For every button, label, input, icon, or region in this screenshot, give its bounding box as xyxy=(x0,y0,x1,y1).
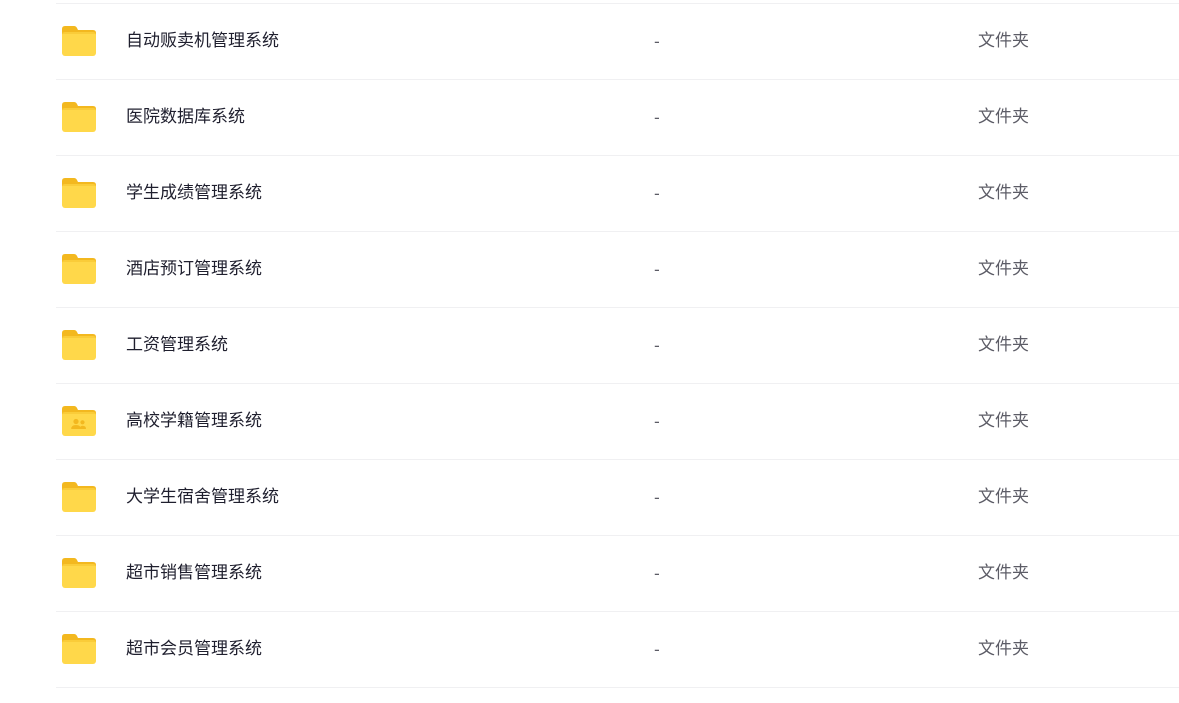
file-name[interactable]: 超市销售管理系统 xyxy=(126,536,262,611)
file-row[interactable]: 大学生宿舍管理系统 - 文件夹 xyxy=(56,460,1179,536)
file-size: - xyxy=(654,488,660,507)
file-name[interactable]: 高校学籍管理系统 xyxy=(126,384,262,459)
file-row[interactable]: 超市会员管理系统 - 文件夹 xyxy=(56,612,1179,688)
folder-icon[interactable] xyxy=(60,632,98,666)
file-name[interactable]: 酒店预订管理系统 xyxy=(126,232,262,307)
file-row[interactable]: 超市销售管理系统 - 文件夹 xyxy=(56,536,1179,612)
file-row[interactable]: 医院数据库系统 - 文件夹 xyxy=(56,80,1179,156)
file-row[interactable]: 学生成绩管理系统 - 文件夹 xyxy=(56,156,1179,232)
file-name[interactable]: 自动贩卖机管理系统 xyxy=(126,4,279,79)
file-size: - xyxy=(654,412,660,431)
file-row[interactable]: 酒店预订管理系统 - 文件夹 xyxy=(56,232,1179,308)
folder-icon[interactable] xyxy=(60,328,98,362)
folder-icon[interactable] xyxy=(60,176,98,210)
folder-icon[interactable] xyxy=(60,24,98,58)
file-size: - xyxy=(654,184,660,203)
file-name[interactable]: 工资管理系统 xyxy=(126,308,228,383)
file-size: - xyxy=(654,336,660,355)
folder-icon[interactable] xyxy=(60,100,98,134)
file-size: - xyxy=(654,640,660,659)
file-row[interactable]: 自动贩卖机管理系统 - 文件夹 xyxy=(56,4,1179,80)
file-size: - xyxy=(654,108,660,127)
file-name[interactable]: 医院数据库系统 xyxy=(126,80,245,155)
file-size: - xyxy=(654,32,660,51)
file-list: 自动贩卖机管理系统 - 文件夹 医院数据库系统 - 文件夹 学生成绩管理系统 -… xyxy=(56,3,1179,688)
file-row[interactable]: 工资管理系统 - 文件夹 xyxy=(56,308,1179,384)
file-type: 文件夹 xyxy=(978,487,1029,507)
folder-icon[interactable] xyxy=(60,252,98,286)
file-type: 文件夹 xyxy=(978,259,1029,279)
file-type: 文件夹 xyxy=(978,335,1029,355)
file-row[interactable]: 高校学籍管理系统 - 文件夹 xyxy=(56,384,1179,460)
file-name[interactable]: 学生成绩管理系统 xyxy=(126,156,262,231)
file-name[interactable]: 大学生宿舍管理系统 xyxy=(126,460,279,535)
file-type: 文件夹 xyxy=(978,183,1029,203)
shared-folder-icon[interactable] xyxy=(60,404,98,438)
file-type: 文件夹 xyxy=(978,107,1029,127)
file-type: 文件夹 xyxy=(978,411,1029,431)
folder-icon[interactable] xyxy=(60,480,98,514)
file-type: 文件夹 xyxy=(978,31,1029,51)
file-size: - xyxy=(654,260,660,279)
file-size: - xyxy=(654,564,660,583)
folder-icon[interactable] xyxy=(60,556,98,590)
file-type: 文件夹 xyxy=(978,639,1029,659)
file-type: 文件夹 xyxy=(978,563,1029,583)
file-name[interactable]: 超市会员管理系统 xyxy=(126,612,262,687)
